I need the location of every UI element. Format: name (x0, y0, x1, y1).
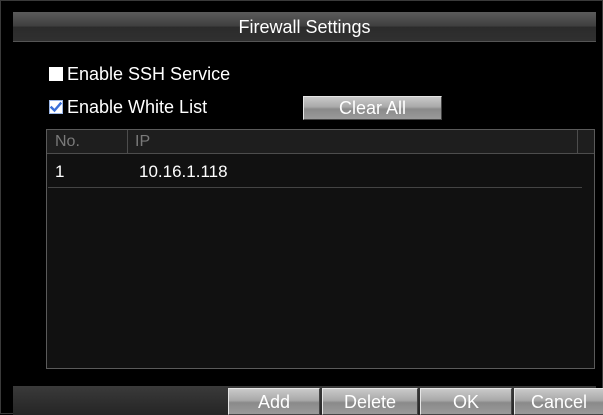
ok-button[interactable]: OK (420, 388, 512, 415)
white-list-label: Enable White List (67, 97, 208, 117)
enable-ssh-option[interactable]: Enable SSH Service (49, 63, 230, 85)
add-button[interactable]: Add (228, 388, 320, 415)
column-header-ip: IP (135, 133, 151, 150)
row-number: 1 (55, 162, 65, 181)
title-bar: Firewall Settings (13, 12, 596, 42)
ssh-label: Enable SSH Service (67, 64, 231, 84)
firewall-settings-dialog: Firewall Settings Enable SSH Service Ena… (0, 0, 603, 415)
cancel-label: Cancel (530, 392, 588, 412)
column-header-no: No. (55, 133, 80, 150)
column-divider (577, 130, 578, 153)
table-header: No. IP (47, 130, 594, 154)
checkmark-icon (50, 101, 62, 113)
dialog-title: Firewall Settings (238, 17, 371, 37)
row-separator (48, 187, 582, 188)
cancel-button[interactable]: Cancel (514, 388, 603, 415)
clear-all-label: Clear All (338, 98, 407, 118)
delete-label: Delete (343, 392, 397, 412)
delete-button[interactable]: Delete (322, 388, 418, 415)
white-list-table: No. IP 1 10.16.1.118 (46, 129, 595, 369)
white-list-checkbox[interactable] (49, 100, 63, 114)
ssh-checkbox[interactable] (49, 67, 63, 81)
row-ip: 10.16.1.118 (139, 162, 228, 181)
column-divider (127, 130, 128, 153)
table-row[interactable]: 1 10.16.1.118 (47, 158, 594, 186)
enable-white-list-option[interactable]: Enable White List (49, 96, 207, 118)
clear-all-button[interactable]: Clear All (303, 96, 442, 120)
ok-label: OK (452, 392, 479, 412)
add-label: Add (257, 392, 291, 412)
